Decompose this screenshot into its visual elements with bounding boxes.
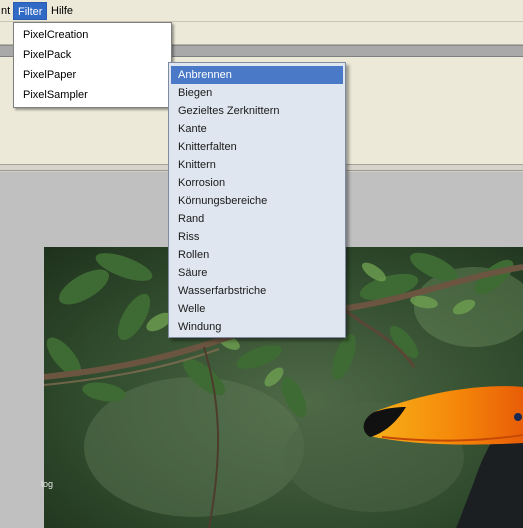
image-caption: log — [41, 479, 54, 489]
menu-filter[interactable]: Filter — [13, 2, 48, 20]
menu-item-pixelsampler[interactable]: PixelSampler — [14, 85, 171, 105]
submenu-item-riss[interactable]: Riss — [171, 228, 343, 246]
pixelpaper-submenu: Anbrennen Biegen Gezieltes Zerknittern K… — [168, 62, 346, 338]
menu-bar: nt Filter Hilfe — [0, 0, 523, 22]
submenu-item-saeure[interactable]: Säure — [171, 264, 343, 282]
menu-item-pixelpaper[interactable]: PixelPaper — [14, 65, 171, 85]
submenu-item-kante[interactable]: Kante — [171, 120, 343, 138]
submenu-item-anbrennen[interactable]: Anbrennen — [171, 66, 343, 84]
menu-help[interactable]: Hilfe — [47, 2, 77, 20]
submenu-item-knittern[interactable]: Knittern — [171, 156, 343, 174]
filter-dropdown: PixelCreation PixelPack PixelPaper Pixel… — [13, 22, 172, 108]
submenu-item-wasserfarbstriche[interactable]: Wasserfarbstriche — [171, 282, 343, 300]
submenu-item-koernungsbereiche[interactable]: Körnungsbereiche — [171, 192, 343, 210]
submenu-item-windung[interactable]: Windung — [171, 318, 343, 336]
submenu-item-welle[interactable]: Welle — [171, 300, 343, 318]
submenu-item-korrosion[interactable]: Korrosion — [171, 174, 343, 192]
submenu-item-rand[interactable]: Rand — [171, 210, 343, 228]
submenu-item-biegen[interactable]: Biegen — [171, 84, 343, 102]
menu-item-pixelcreation[interactable]: PixelCreation — [14, 25, 171, 45]
submenu-item-rollen[interactable]: Rollen — [171, 246, 343, 264]
submenu-item-gezieltes-zerknittern[interactable]: Gezieltes Zerknittern — [171, 102, 343, 120]
menu-item-pixelpack[interactable]: PixelPack — [14, 45, 171, 65]
submenu-item-knitterfalten[interactable]: Knitterfalten — [171, 138, 343, 156]
